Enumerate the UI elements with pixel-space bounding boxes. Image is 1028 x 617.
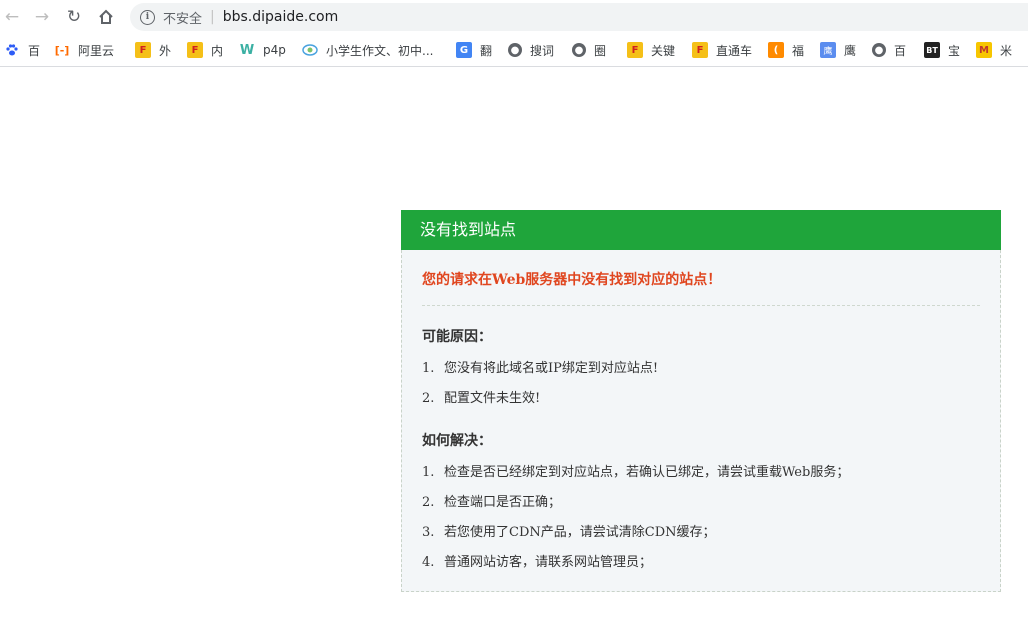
bookmark-label: 百 [28, 43, 41, 58]
browser-toolbar: ← → ↻ i 不安全 | bbs.dipaide.com [0, 0, 1028, 34]
logo-icon [302, 42, 318, 58]
list-number: 3. [422, 525, 435, 540]
list-text: 普通网站访客，请联系网站管理员； [444, 555, 653, 570]
list-number: 2. [422, 391, 435, 406]
list-number: 1. [422, 361, 435, 376]
bookmark-item[interactable]: F 外 [135, 40, 171, 60]
bookmark-item[interactable]: 鹰 鹰 [820, 40, 856, 60]
bookmark-item[interactable]: M 米 [976, 40, 1012, 60]
bookmark-item[interactable]: ● 百 [872, 40, 906, 60]
bookmark-item[interactable]: F 关键 [627, 40, 675, 60]
moon-icon: ( [768, 42, 784, 58]
bookmark-label: 宝 [948, 43, 961, 58]
bookmark-item[interactable]: ● 搜词 [508, 40, 554, 60]
leaf-icon: W [239, 42, 255, 58]
eagle-icon: 鹰 [820, 42, 836, 58]
home-icon[interactable] [95, 6, 117, 28]
mail-icon: M [976, 42, 992, 58]
bookmark-item[interactable]: G 翻 [456, 40, 492, 60]
back-arrow-icon[interactable]: ← [1, 6, 23, 28]
address-bar[interactable]: i 不安全 | bbs.dipaide.com [130, 3, 1028, 31]
list-item: 4. 普通网站访客，请联系网站管理员； [422, 551, 652, 570]
info-icon[interactable]: i [140, 9, 155, 25]
card-header: 没有找到站点 [401, 210, 1001, 250]
flag-icon: F [187, 42, 203, 58]
security-label[interactable]: 不安全 [163, 8, 202, 27]
error-message: 您的请求在Web服务器中没有找到对应的站点！ [422, 272, 722, 288]
bt-icon: BT [924, 42, 940, 58]
aliyun-icon: [-] [54, 43, 70, 57]
bookmark-item[interactable]: F 内 [187, 40, 223, 60]
url-text[interactable]: bbs.dipaide.com [223, 9, 339, 25]
bookmark-item[interactable]: BT 宝 [924, 40, 960, 60]
bookmark-label: 搜词 [530, 43, 555, 58]
bookmark-label: 米 [1000, 43, 1013, 58]
list-text: 检查是否已经绑定到对应站点，若确认已绑定，请尝试重载Web服务； [444, 465, 850, 480]
list-item: 3. 若您使用了CDN产品，请尝试清除CDN缓存； [422, 521, 716, 540]
bookmark-label: 内 [211, 43, 224, 58]
bookmark-item[interactable]: F 直通车 [692, 40, 752, 60]
list-text: 若您使用了CDN产品，请尝试清除CDN缓存； [444, 525, 716, 540]
list-item: 1. 检查是否已经绑定到对应站点，若确认已绑定，请尝试重载Web服务； [422, 461, 849, 480]
bookmark-item[interactable]: [-] 阿里云 [54, 40, 114, 60]
bookmark-label: 关键 [651, 43, 676, 58]
bookmark-item[interactable]: ● 圈 [572, 40, 606, 60]
list-text: 您没有将此域名或IP绑定到对应站点! [444, 361, 659, 376]
list-item: 2. 检查端口是否正确； [422, 491, 561, 510]
list-text: 检查端口是否正确； [444, 495, 562, 510]
bookmark-item[interactable]: W p4p [239, 40, 286, 60]
list-number: 1. [422, 465, 435, 480]
divider [422, 305, 980, 306]
bookmark-label: 鹰 [844, 43, 857, 58]
solutions-title: 如何解决： [422, 433, 492, 449]
baidu-paw-icon [4, 42, 20, 58]
globe-icon: ● [508, 43, 522, 57]
bookmark-label: 圈 [594, 43, 607, 58]
flag-icon: F [692, 42, 708, 58]
card-body: 您的请求在Web服务器中没有找到对应的站点！ 可能原因： 1. 您没有将此域名或I… [401, 250, 1001, 592]
bookmark-label: 直通车 [716, 43, 753, 58]
bookmark-item[interactable]: 百 [4, 40, 40, 60]
list-item: 1. 您没有将此域名或IP绑定到对应站点! [422, 357, 658, 376]
translate-icon: G [456, 42, 472, 58]
reasons-title: 可能原因： [422, 329, 492, 345]
bookmark-item[interactable]: 小学生作文、初中... [302, 40, 433, 60]
bookmark-label: 外 [159, 43, 172, 58]
bookmark-item[interactable]: ( 福 [768, 40, 804, 60]
bookmark-label: p4p [263, 43, 286, 57]
flag-icon: F [627, 42, 643, 58]
bookmarks-bar: 百 [-] 阿里云 F 外 F 内 W p4p 小学生作文、初中... G 翻 … [0, 34, 1028, 67]
forward-arrow-icon[interactable]: → [31, 6, 53, 28]
globe-icon: ● [572, 43, 586, 57]
list-number: 2. [422, 495, 435, 510]
globe-icon: ● [872, 43, 886, 57]
reload-icon[interactable]: ↻ [63, 6, 85, 28]
flag-icon: F [135, 42, 151, 58]
bookmark-label: 阿里云 [78, 43, 115, 58]
list-item: 2. 配置文件未生效! [422, 387, 540, 406]
bookmark-label: 翻 [480, 43, 493, 58]
bookmark-label: 福 [792, 43, 805, 58]
list-number: 4. [422, 555, 435, 570]
error-card: 没有找到站点 您的请求在Web服务器中没有找到对应的站点！ 可能原因： 1. 您没… [401, 210, 1001, 592]
bookmark-label: 小学生作文、初中... [326, 43, 434, 58]
list-text: 配置文件未生效! [444, 391, 541, 406]
omnibox-separator: | [210, 9, 215, 25]
bookmark-label: 百 [894, 43, 907, 58]
